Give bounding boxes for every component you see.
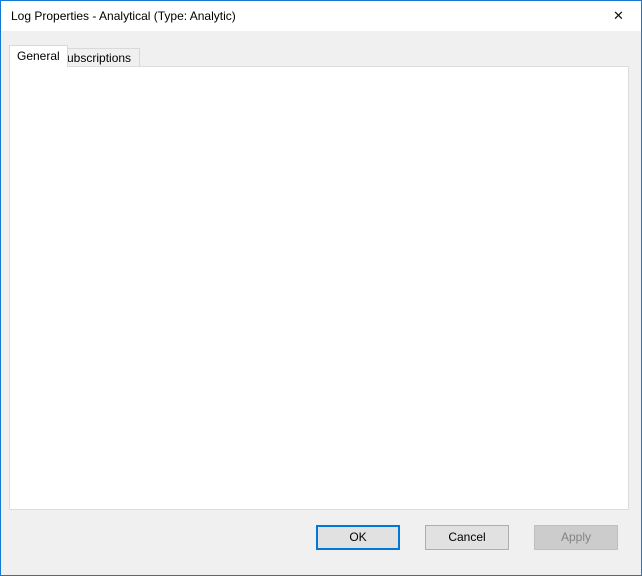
close-icon: ✕ xyxy=(613,8,624,24)
close-button[interactable]: ✕ xyxy=(596,1,641,30)
ok-button[interactable]: OK xyxy=(316,525,400,550)
log-properties-dialog: Log Properties - Analytical (Type: Analy… xyxy=(0,0,642,576)
titlebar: Log Properties - Analytical (Type: Analy… xyxy=(1,1,641,31)
general-tab-page xyxy=(9,66,629,510)
cancel-button[interactable]: Cancel xyxy=(425,525,509,550)
dialog-title: Log Properties - Analytical (Type: Analy… xyxy=(11,9,236,23)
tab-general[interactable]: General xyxy=(9,45,68,67)
apply-button[interactable]: Apply xyxy=(534,525,618,550)
